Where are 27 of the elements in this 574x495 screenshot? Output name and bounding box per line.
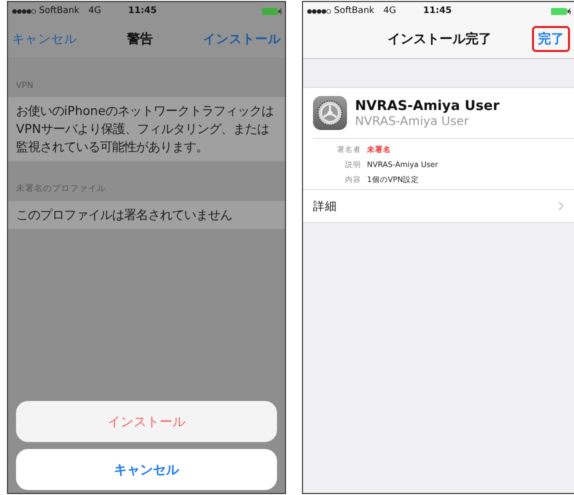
- profile-subtitle: NVRAS-Amiya User: [355, 114, 470, 128]
- profile-name: NVRAS-Amiya User: [355, 98, 500, 114]
- install-link[interactable]: インストール: [203, 30, 281, 48]
- status-time: 11:45: [423, 6, 452, 16]
- carrier-name: SoftBank: [334, 6, 374, 16]
- cancel-link[interactable]: キャンセル: [12, 30, 77, 48]
- destructive-button[interactable]: インストール: [16, 401, 277, 442]
- nav-title: 警告: [126, 30, 154, 48]
- section-header: VPN: [15, 80, 34, 93]
- battery-icon: [262, 8, 282, 14]
- section-text: このプロファイルは署名されていません: [8, 201, 285, 229]
- more-details-label: 詳細: [313, 198, 337, 214]
- signal-icon: [307, 8, 331, 14]
- more-details-row[interactable]: 詳細: [303, 189, 574, 223]
- nav-title: インストール完了: [386, 30, 492, 48]
- signal-icon: [12, 8, 36, 14]
- status-time: 11:45: [128, 6, 157, 16]
- done-button[interactable]: 完了: [532, 26, 570, 52]
- cancel-button[interactable]: キャンセル: [16, 449, 277, 490]
- settings-icon: [313, 96, 347, 130]
- network-type: 4G: [88, 6, 102, 16]
- carrier-name: SoftBank: [39, 6, 80, 16]
- section-text: お使いのiPhoneのネットワークトラフィックはVPNサーバより保護、フィルタリング、または監視されている可能性があります。: [8, 97, 285, 161]
- chevron-icon: [558, 201, 564, 211]
- network-type: 4G: [383, 6, 396, 16]
- battery-icon: [551, 8, 571, 14]
- section-header: 未署名のプロファイル: [15, 182, 107, 196]
